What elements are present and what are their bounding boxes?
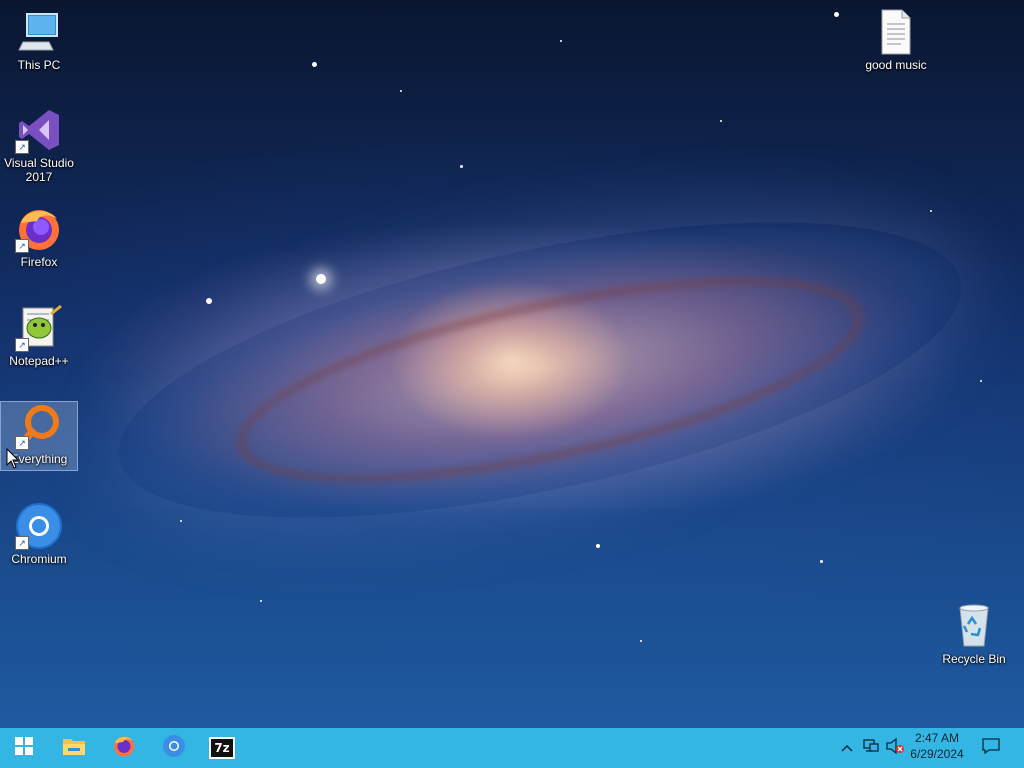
computer-icon	[15, 8, 63, 56]
taskbar-clock[interactable]: 2:47 AM 6/29/2024	[900, 730, 974, 762]
star	[260, 600, 262, 602]
windows-logo-icon	[15, 736, 33, 760]
desktop-icon-label: Notepad++	[9, 354, 69, 368]
desktop-icon-label: good music	[865, 58, 927, 72]
taskbar-7zip[interactable]: 7z	[198, 728, 246, 768]
star	[640, 640, 642, 642]
desktop-icon-label: Firefox	[20, 255, 58, 269]
desktop-icon-label: Visual Studio 2017	[4, 156, 74, 184]
star	[460, 165, 463, 168]
chevron-up-icon	[841, 739, 853, 757]
star	[400, 90, 402, 92]
everything-icon: ↗	[15, 402, 63, 450]
shortcut-arrow-icon: ↗	[15, 536, 29, 550]
start-button[interactable]	[0, 728, 48, 768]
visual-studio-icon: ↗	[15, 106, 63, 154]
chromium-icon	[162, 734, 186, 763]
star	[930, 210, 932, 212]
desktop-icon-label: Recycle Bin	[942, 652, 1006, 666]
star	[312, 62, 317, 67]
desktop-icon-notepadpp[interactable]: ↗ Notepad++	[1, 304, 77, 368]
chromium-icon: ↗	[15, 502, 63, 550]
star	[834, 12, 839, 17]
desktop-icon-recycle-bin[interactable]: Recycle Bin	[936, 602, 1012, 666]
desktop-icon-chromium[interactable]: ↗ Chromium	[1, 502, 77, 566]
star	[316, 274, 326, 284]
text-file-icon	[872, 8, 920, 56]
clock-time: 2:47 AM	[914, 731, 960, 745]
shortcut-arrow-icon: ↗	[15, 338, 29, 352]
star	[560, 40, 562, 42]
star	[980, 380, 982, 382]
shortcut-arrow-icon: ↗	[15, 140, 29, 154]
7zip-icon: 7z	[209, 737, 235, 759]
taskbar-chromium[interactable]	[150, 728, 198, 768]
firefox-icon: ↗	[15, 205, 63, 253]
notepadpp-icon: ↗	[15, 304, 63, 352]
show-hidden-icons-button[interactable]	[838, 728, 856, 768]
network-icon	[862, 738, 880, 759]
desktop-icon-firefox[interactable]: ↗ Firefox	[1, 205, 77, 269]
recycle-bin-icon	[950, 602, 998, 650]
star	[720, 120, 722, 122]
desktop-icon-label: Chromium	[11, 552, 67, 566]
shortcut-arrow-icon: ↗	[15, 239, 29, 253]
network-button[interactable]	[860, 728, 882, 768]
star	[206, 298, 212, 304]
taskbar-file-explorer[interactable]	[50, 728, 98, 768]
star	[820, 560, 823, 563]
folder-icon	[62, 736, 86, 761]
star	[180, 520, 182, 522]
star	[596, 544, 600, 548]
taskbar-firefox[interactable]	[100, 728, 148, 768]
desktop-icon-good-music[interactable]: good music	[858, 8, 934, 72]
taskbar: 7z	[0, 728, 1024, 768]
desktop-icon-this-pc[interactable]: This PC	[1, 8, 77, 72]
firefox-icon	[112, 734, 136, 763]
notification-icon	[982, 737, 1000, 759]
desktop-icon-visual-studio[interactable]: ↗ Visual Studio 2017	[1, 106, 77, 184]
action-center-button[interactable]	[976, 728, 1006, 768]
desktop-icon-label: This PC	[17, 58, 61, 72]
desktop-wallpaper	[0, 0, 1024, 728]
clock-date: 6/29/2024	[910, 747, 964, 761]
